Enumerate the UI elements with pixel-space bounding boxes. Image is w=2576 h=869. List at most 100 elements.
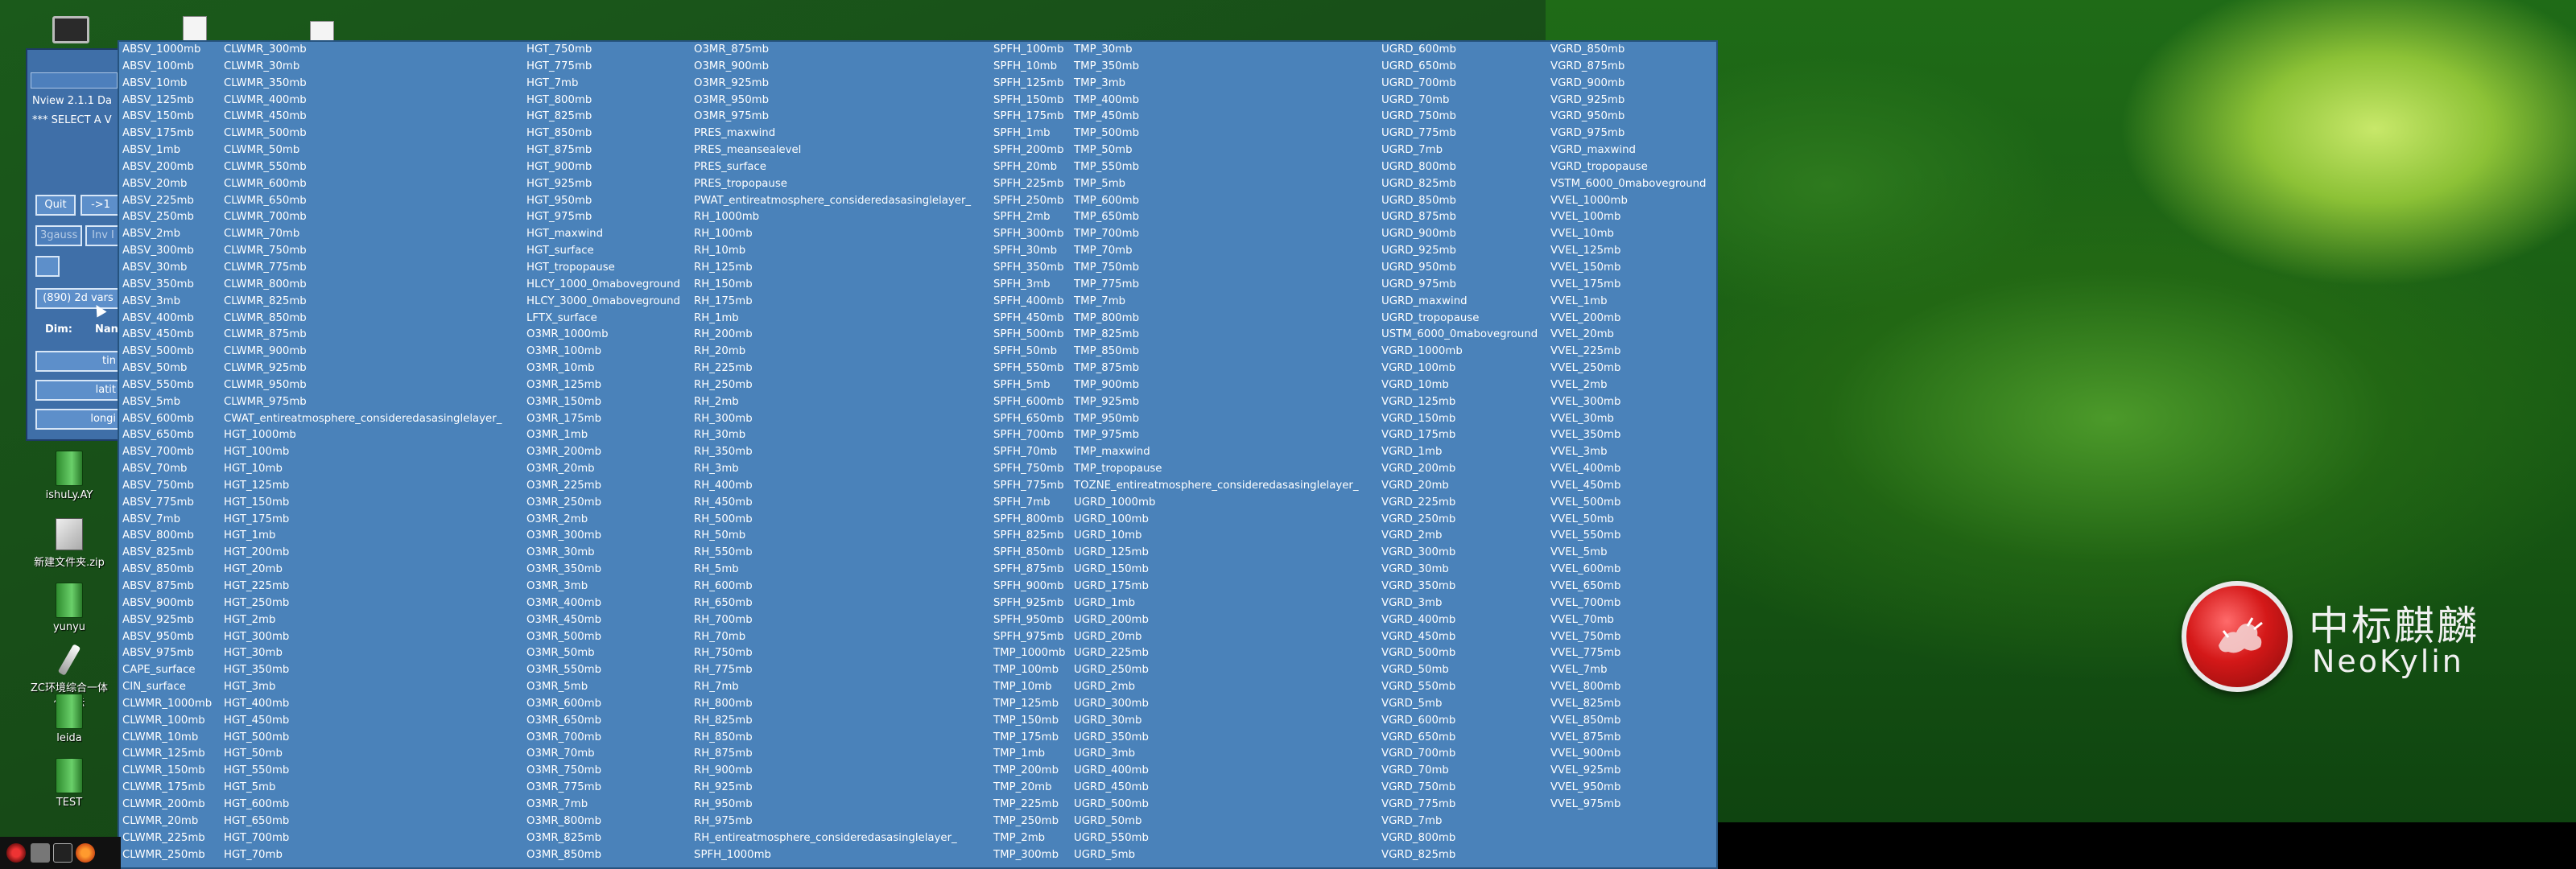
variable-item[interactable]: O3MR_950mb bbox=[694, 93, 971, 109]
variable-item[interactable]: SPFH_1mb bbox=[993, 126, 1066, 142]
variable-item[interactable]: PRES_surface bbox=[694, 159, 971, 176]
variable-item[interactable]: ABSV_450mb bbox=[122, 327, 212, 344]
variable-item[interactable]: VVEL_975mb bbox=[1550, 797, 1707, 813]
variable-item[interactable]: CWAT_entireatmosphere_consideredasasingl… bbox=[224, 411, 502, 428]
variable-item[interactable]: O3MR_200mb bbox=[526, 444, 680, 461]
variable-item[interactable]: CLWMR_150mb bbox=[122, 763, 212, 780]
variable-item[interactable]: PRES_maxwind bbox=[694, 126, 971, 142]
variable-item[interactable]: ABSV_500mb bbox=[122, 344, 212, 360]
variable-item[interactable]: UGRD_550mb bbox=[1074, 830, 1359, 847]
variable-item[interactable]: HGT_70mb bbox=[224, 847, 502, 864]
variable-item[interactable]: VVEL_600mb bbox=[1550, 562, 1707, 579]
variable-item[interactable]: VVEL_200mb bbox=[1550, 311, 1707, 327]
variable-item[interactable]: VGRD_875mb bbox=[1550, 59, 1707, 76]
variable-item[interactable]: UGRD_200mb bbox=[1074, 612, 1359, 629]
variable-item[interactable]: TMP_1mb bbox=[993, 746, 1066, 763]
variable-item[interactable]: UGRD_825mb bbox=[1381, 176, 1538, 193]
variable-item[interactable]: CLWMR_30mb bbox=[224, 59, 502, 76]
variable-item[interactable]: SPFH_50mb bbox=[993, 344, 1066, 360]
variable-item[interactable]: O3MR_550mb bbox=[526, 662, 680, 679]
variable-item[interactable]: VGRD_7mb bbox=[1381, 813, 1538, 830]
variable-item[interactable]: RH_500mb bbox=[694, 512, 971, 529]
variable-item[interactable]: SPFH_100mb bbox=[993, 42, 1066, 59]
variable-item[interactable]: UGRD_5mb bbox=[1074, 847, 1359, 864]
next-file-button[interactable]: ->1 bbox=[80, 195, 121, 216]
variable-item[interactable]: VVEL_125mb bbox=[1550, 243, 1707, 260]
variable-item[interactable]: O3MR_975mb bbox=[694, 109, 971, 126]
variable-item[interactable]: UGRD_975mb bbox=[1381, 277, 1538, 294]
variable-item[interactable]: CLWMR_825mb bbox=[224, 294, 502, 311]
variable-item[interactable]: UGRD_tropopause bbox=[1381, 311, 1538, 327]
variable-item[interactable]: RH_450mb bbox=[694, 495, 971, 512]
variable-item[interactable]: VGRD_600mb bbox=[1381, 713, 1538, 730]
variable-item[interactable]: TMP_650mb bbox=[1074, 209, 1359, 226]
variable-item[interactable]: TMP_450mb bbox=[1074, 109, 1359, 126]
variable-item[interactable]: ABSV_70mb bbox=[122, 461, 212, 478]
variable-item[interactable]: RH_175mb bbox=[694, 294, 971, 311]
variable-item[interactable]: SPFH_7mb bbox=[993, 495, 1066, 512]
variable-item[interactable]: VGRD_tropopause bbox=[1550, 159, 1707, 176]
variable-item[interactable]: VVEL_900mb bbox=[1550, 746, 1707, 763]
variable-item[interactable]: VSTM_6000_0maboveground bbox=[1550, 176, 1707, 193]
variable-item[interactable]: O3MR_900mb bbox=[694, 59, 971, 76]
variable-item[interactable]: CLWMR_900mb bbox=[224, 344, 502, 360]
variable-item[interactable]: ABSV_5mb bbox=[122, 394, 212, 411]
variable-item[interactable]: VGRD_70mb bbox=[1381, 763, 1538, 780]
variable-item[interactable]: CLWMR_950mb bbox=[224, 377, 502, 394]
variable-item[interactable]: ABSV_150mb bbox=[122, 109, 212, 126]
variable-item[interactable]: UGRD_150mb bbox=[1074, 562, 1359, 579]
variable-item[interactable]: CLWMR_450mb bbox=[224, 109, 502, 126]
variable-item[interactable]: VVEL_875mb bbox=[1550, 730, 1707, 747]
variable-item[interactable]: UGRD_750mb bbox=[1381, 109, 1538, 126]
variable-item[interactable]: ABSV_100mb bbox=[122, 59, 212, 76]
variable-item[interactable]: CLWMR_800mb bbox=[224, 277, 502, 294]
variable-item[interactable]: TMP_775mb bbox=[1074, 277, 1359, 294]
variable-item[interactable]: CLWMR_550mb bbox=[224, 159, 502, 176]
desktop-icon-leida[interactable]: leida bbox=[29, 694, 109, 744]
variable-item[interactable]: UGRD_1mb bbox=[1074, 595, 1359, 612]
variable-item[interactable]: HGT_350mb bbox=[224, 662, 502, 679]
variable-item[interactable]: RH_200mb bbox=[694, 327, 971, 344]
variable-item[interactable]: O3MR_400mb bbox=[526, 595, 680, 612]
variable-item[interactable]: ABSV_650mb bbox=[122, 427, 212, 444]
variable-item[interactable]: UGRD_20mb bbox=[1074, 629, 1359, 646]
variable-item[interactable]: VGRD_30mb bbox=[1381, 562, 1538, 579]
variable-item[interactable]: UGRD_450mb bbox=[1074, 780, 1359, 797]
variable-item[interactable]: ABSV_400mb bbox=[122, 311, 212, 327]
variable-item[interactable]: UGRD_925mb bbox=[1381, 243, 1538, 260]
variable-item[interactable]: PWAT_entireatmosphere_consideredasasingl… bbox=[694, 193, 971, 210]
variable-item[interactable]: HGT_500mb bbox=[224, 730, 502, 747]
desktop-icon-ishuly[interactable]: ishuLy.AY bbox=[29, 451, 109, 501]
variable-item[interactable]: UGRD_125mb bbox=[1074, 545, 1359, 562]
variable-item[interactable]: TMP_225mb bbox=[993, 797, 1066, 813]
variable-item[interactable]: SPFH_250mb bbox=[993, 193, 1066, 210]
variable-item[interactable]: HGT_1000mb bbox=[224, 427, 502, 444]
variable-item[interactable]: SPFH_150mb bbox=[993, 93, 1066, 109]
variable-item[interactable]: VGRD_950mb bbox=[1550, 109, 1707, 126]
variable-item[interactable]: TMP_1000mb bbox=[993, 645, 1066, 662]
variable-item[interactable]: SPFH_900mb bbox=[993, 579, 1066, 595]
variable-item[interactable]: RH_100mb bbox=[694, 226, 971, 243]
dim-latitude-button[interactable]: latit bbox=[35, 380, 121, 401]
variable-item[interactable]: ABSV_550mb bbox=[122, 377, 212, 394]
variable-item[interactable]: RH_125mb bbox=[694, 260, 971, 277]
variable-item[interactable]: O3MR_775mb bbox=[526, 780, 680, 797]
variable-item[interactable]: O3MR_30mb bbox=[526, 545, 680, 562]
variable-item[interactable]: O3MR_20mb bbox=[526, 461, 680, 478]
variable-item[interactable]: ABSV_350mb bbox=[122, 277, 212, 294]
variable-item[interactable]: O3MR_850mb bbox=[526, 847, 680, 864]
variable-item[interactable]: O3MR_800mb bbox=[526, 813, 680, 830]
variable-item[interactable]: SPFH_125mb bbox=[993, 76, 1066, 93]
variable-item[interactable]: O3MR_175mb bbox=[526, 411, 680, 428]
variable-item[interactable]: VVEL_20mb bbox=[1550, 327, 1707, 344]
variable-item[interactable]: VVEL_30mb bbox=[1550, 411, 1707, 428]
variable-item[interactable]: HGT_875mb bbox=[526, 142, 680, 159]
variable-item[interactable]: TMP_250mb bbox=[993, 813, 1066, 830]
variable-item[interactable]: USTM_6000_0maboveground bbox=[1381, 327, 1538, 344]
variable-item[interactable]: HGT_600mb bbox=[224, 797, 502, 813]
variable-item[interactable]: UGRD_600mb bbox=[1381, 42, 1538, 59]
variable-item[interactable]: O3MR_125mb bbox=[526, 377, 680, 394]
variable-item[interactable]: TMP_tropopause bbox=[1074, 461, 1359, 478]
variable-item[interactable]: RH_300mb bbox=[694, 411, 971, 428]
variable-item[interactable]: RH_70mb bbox=[694, 629, 971, 646]
